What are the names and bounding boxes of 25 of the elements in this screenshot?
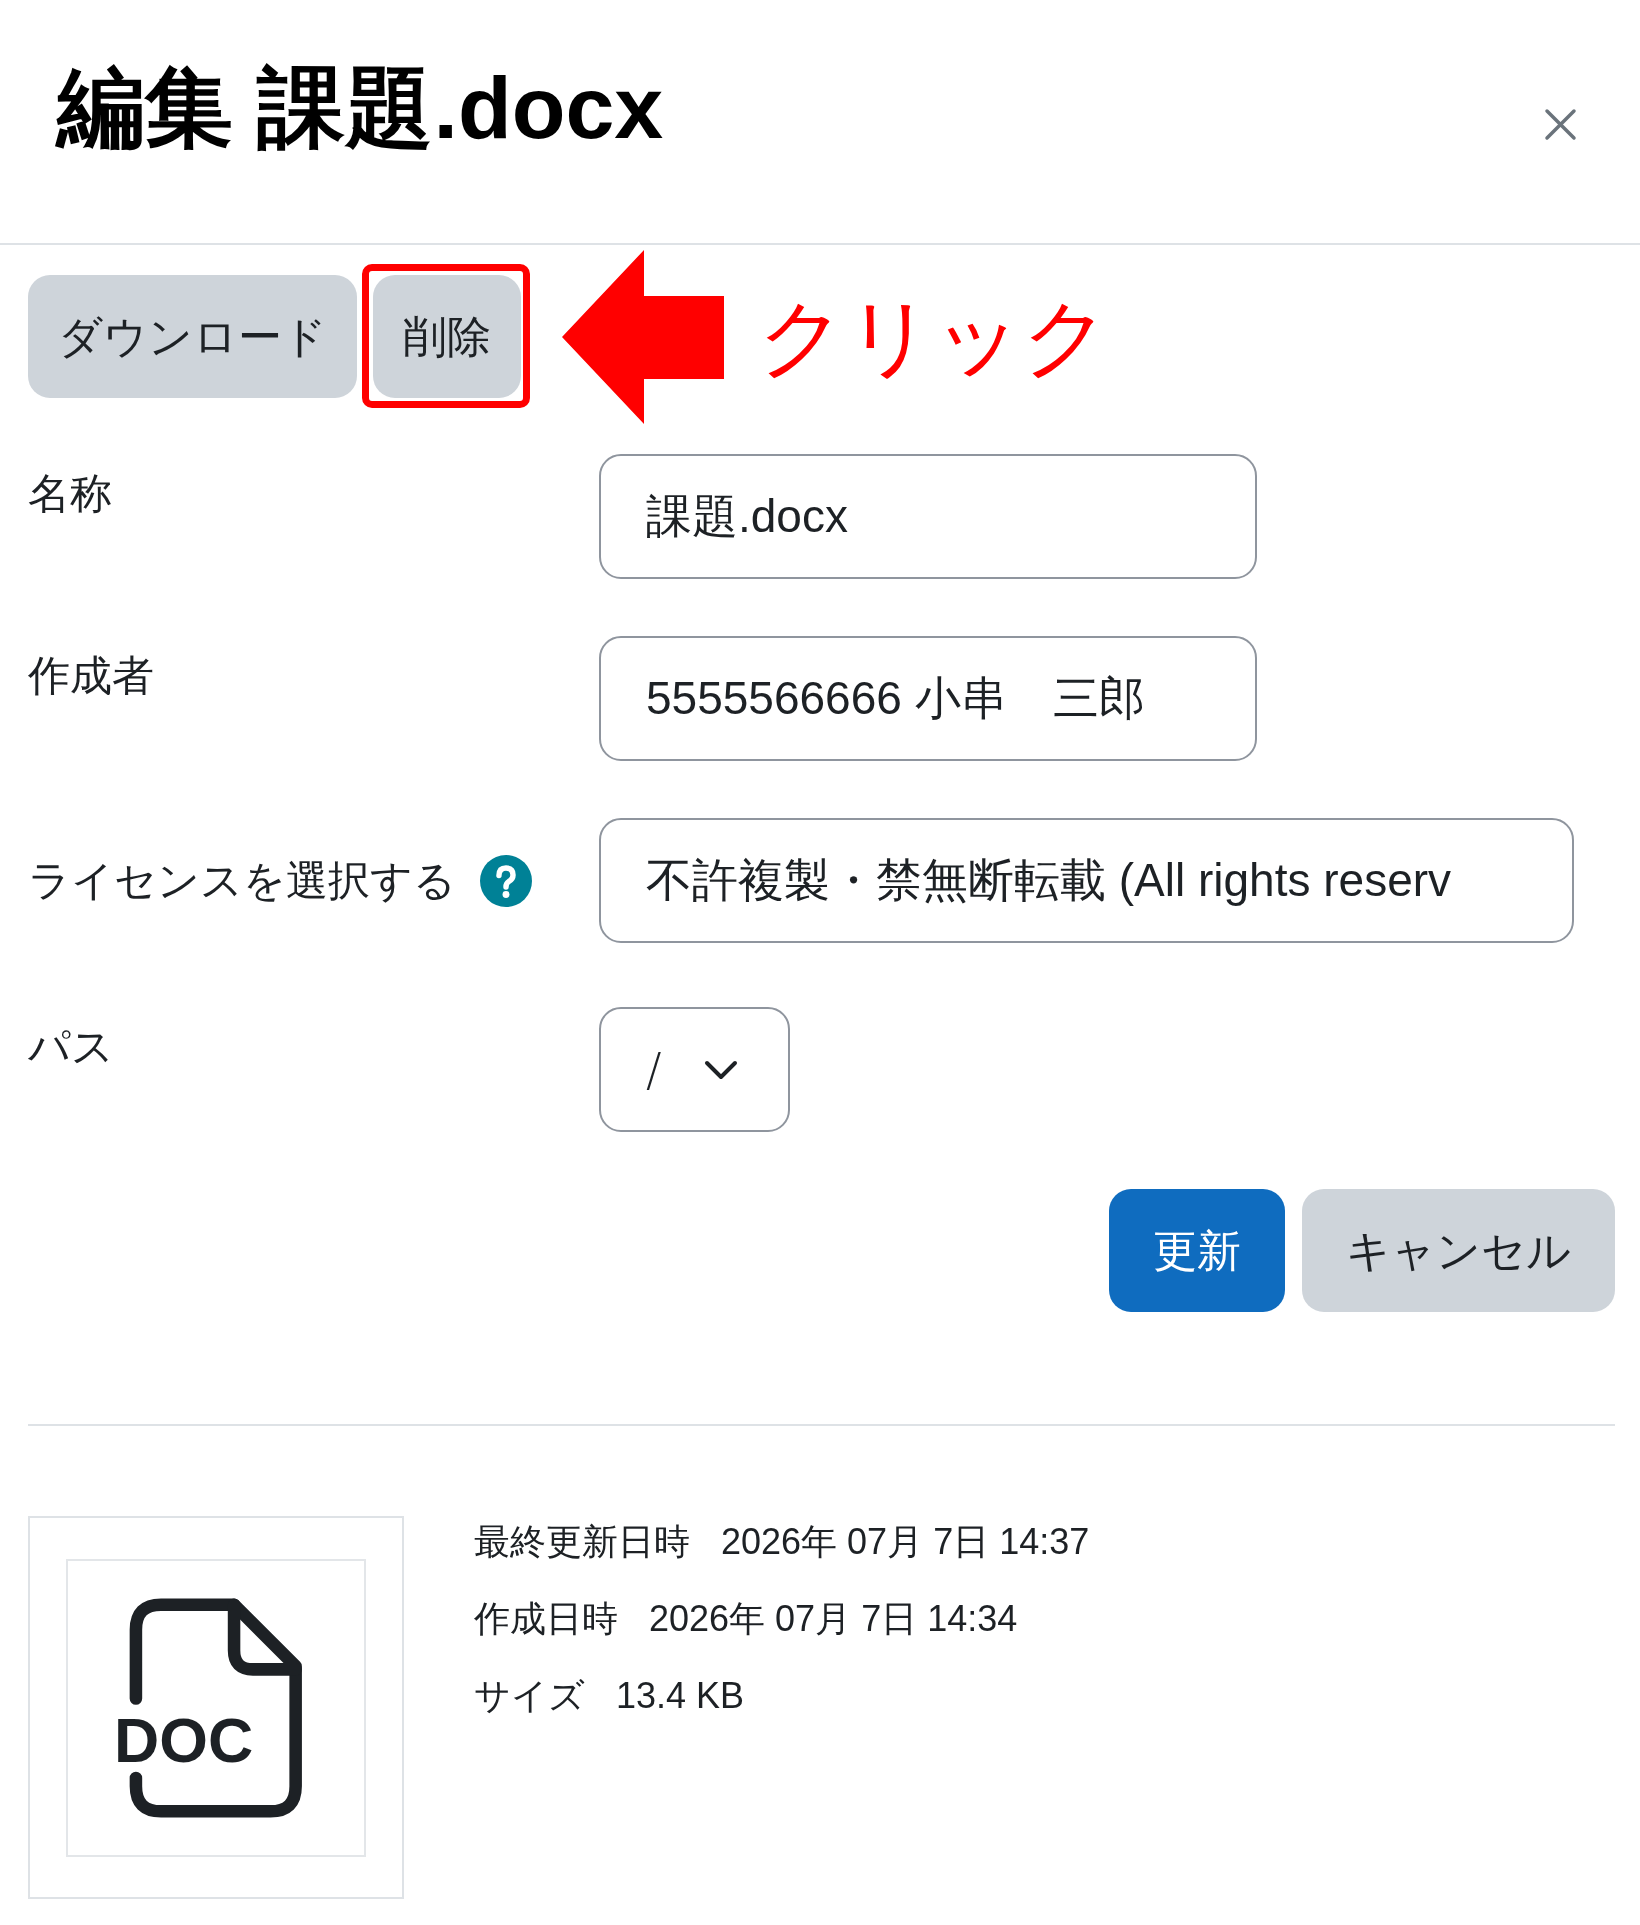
field-label: 作成者 — [28, 651, 154, 701]
close-icon[interactable] — [1544, 108, 1577, 141]
arrow-icon — [562, 249, 724, 424]
detail-label: サイズ — [474, 1673, 585, 1718]
detail-label: 最終更新日時 — [474, 1519, 690, 1564]
update-button[interactable]: 更新 — [1109, 1189, 1285, 1312]
toolbar-button[interactable]: 削除 — [373, 275, 521, 398]
field-label: 名称 — [28, 469, 112, 519]
select-value: / — [646, 1046, 662, 1093]
annotation-text: クリック — [758, 293, 1110, 380]
input-field[interactable]: 不許複製・禁無断転載 (All rights reserv — [599, 818, 1574, 943]
chevron-down-icon — [703, 1059, 738, 1080]
detail-label: 作成日時 — [474, 1596, 618, 1641]
select-field[interactable]: / — [599, 1007, 790, 1132]
input-field[interactable]: 課題.docx — [599, 454, 1257, 579]
field-label: パス — [28, 1022, 114, 1072]
input-field[interactable]: 5555566666 小串 三郎 — [599, 636, 1257, 761]
detail-value: 2026年 07月 7日 14:37 — [721, 1519, 1090, 1564]
cancel-button[interactable]: キャンセル — [1302, 1189, 1615, 1312]
toolbar-button[interactable]: ダウンロード — [28, 275, 357, 398]
dialog-title: 編集 課題.docx — [57, 58, 664, 158]
detail-value: 2026年 07月 7日 14:34 — [649, 1596, 1018, 1641]
help-icon[interactable] — [480, 854, 532, 907]
field-label: ライセンスを選択する — [28, 855, 456, 906]
detail-value: 13.4 KB — [616, 1673, 745, 1718]
